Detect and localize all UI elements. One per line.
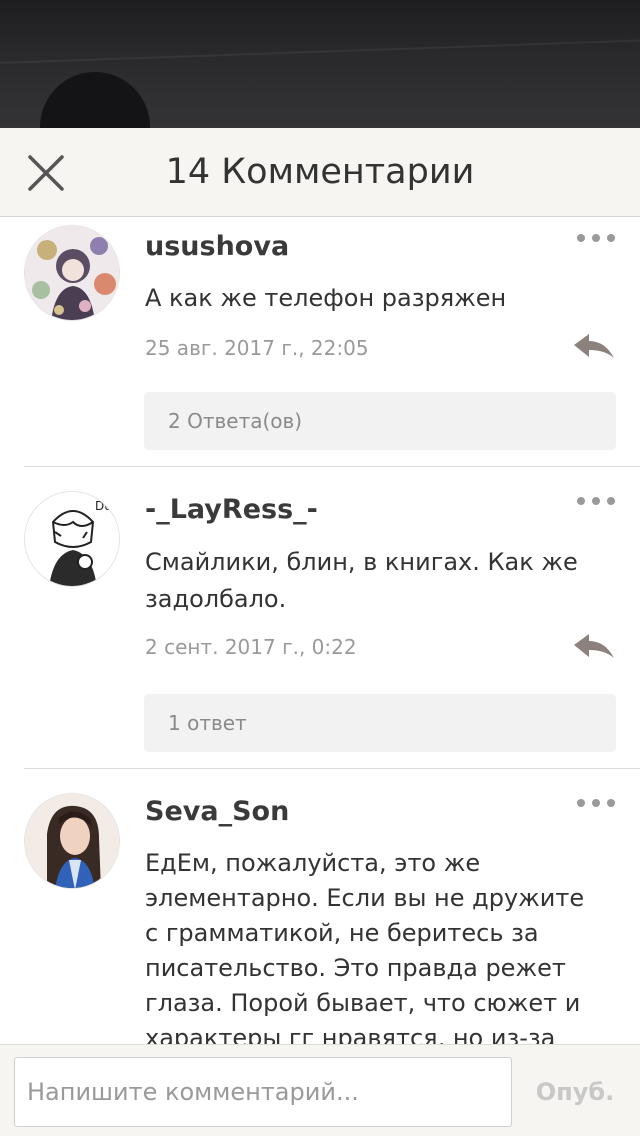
- page-title: 14 Комментарии: [165, 152, 475, 192]
- reply-button[interactable]: [572, 632, 616, 662]
- comment-text: ЕдЕм, пожалуйста, это же элементарно. Ес…: [145, 849, 585, 1044]
- publish-button[interactable]: Опуб.: [520, 1057, 630, 1127]
- comment-item: Seva_Son ЕдЕм, пожалуйста, это же элемен…: [0, 769, 640, 1044]
- reply-arrow-icon: [574, 334, 614, 358]
- more-options-button[interactable]: [576, 493, 616, 509]
- more-options-button[interactable]: [576, 230, 616, 246]
- reply-arrow-icon: [574, 634, 614, 658]
- avatar[interactable]: [24, 225, 120, 321]
- reply-button[interactable]: [572, 332, 616, 362]
- comment-text: Смайлики, блин, в книгах. Как же задолба…: [145, 548, 578, 613]
- comments-list: usushova А как же телефон разряжен 25 ав…: [0, 218, 640, 1044]
- svg-text:Du: Du: [95, 499, 112, 513]
- comment-composer: Опуб.: [0, 1044, 640, 1136]
- comment-timestamp: 25 авг. 2017 г., 22:05: [145, 336, 369, 360]
- view-replies-button[interactable]: 2 Ответа(ов): [144, 392, 616, 450]
- comment-username[interactable]: Seva_Son: [145, 795, 289, 829]
- avatar-image: [25, 226, 119, 320]
- more-dots-icon: [577, 497, 615, 505]
- comment-item: usushova А как же телефон разряжен 25 ав…: [0, 218, 640, 467]
- avatar[interactable]: Du: [24, 491, 120, 587]
- avatar-image: Du: [25, 492, 119, 586]
- background-figure: [40, 72, 150, 130]
- comment-input[interactable]: [14, 1057, 512, 1127]
- comment-timestamp: 2 сент. 2017 г., 0:22: [145, 635, 357, 659]
- comment-item: Du -_LayRess_- Смайлики, блин, в книгах.…: [0, 467, 640, 769]
- avatar-image: [25, 794, 119, 888]
- background-stripe: [0, 36, 640, 66]
- view-replies-button[interactable]: 1 ответ: [144, 694, 616, 752]
- more-dots-icon: [577, 799, 615, 807]
- more-dots-icon: [577, 234, 615, 242]
- comment-text: А как же телефон разряжен: [145, 284, 507, 312]
- comment-username[interactable]: usushova: [145, 230, 289, 264]
- background-photo: [0, 0, 640, 130]
- more-options-button[interactable]: [576, 795, 616, 811]
- avatar[interactable]: [24, 793, 120, 889]
- comment-username[interactable]: -_LayRess_-: [145, 493, 318, 527]
- comments-header: 14 Комментарии: [0, 128, 640, 217]
